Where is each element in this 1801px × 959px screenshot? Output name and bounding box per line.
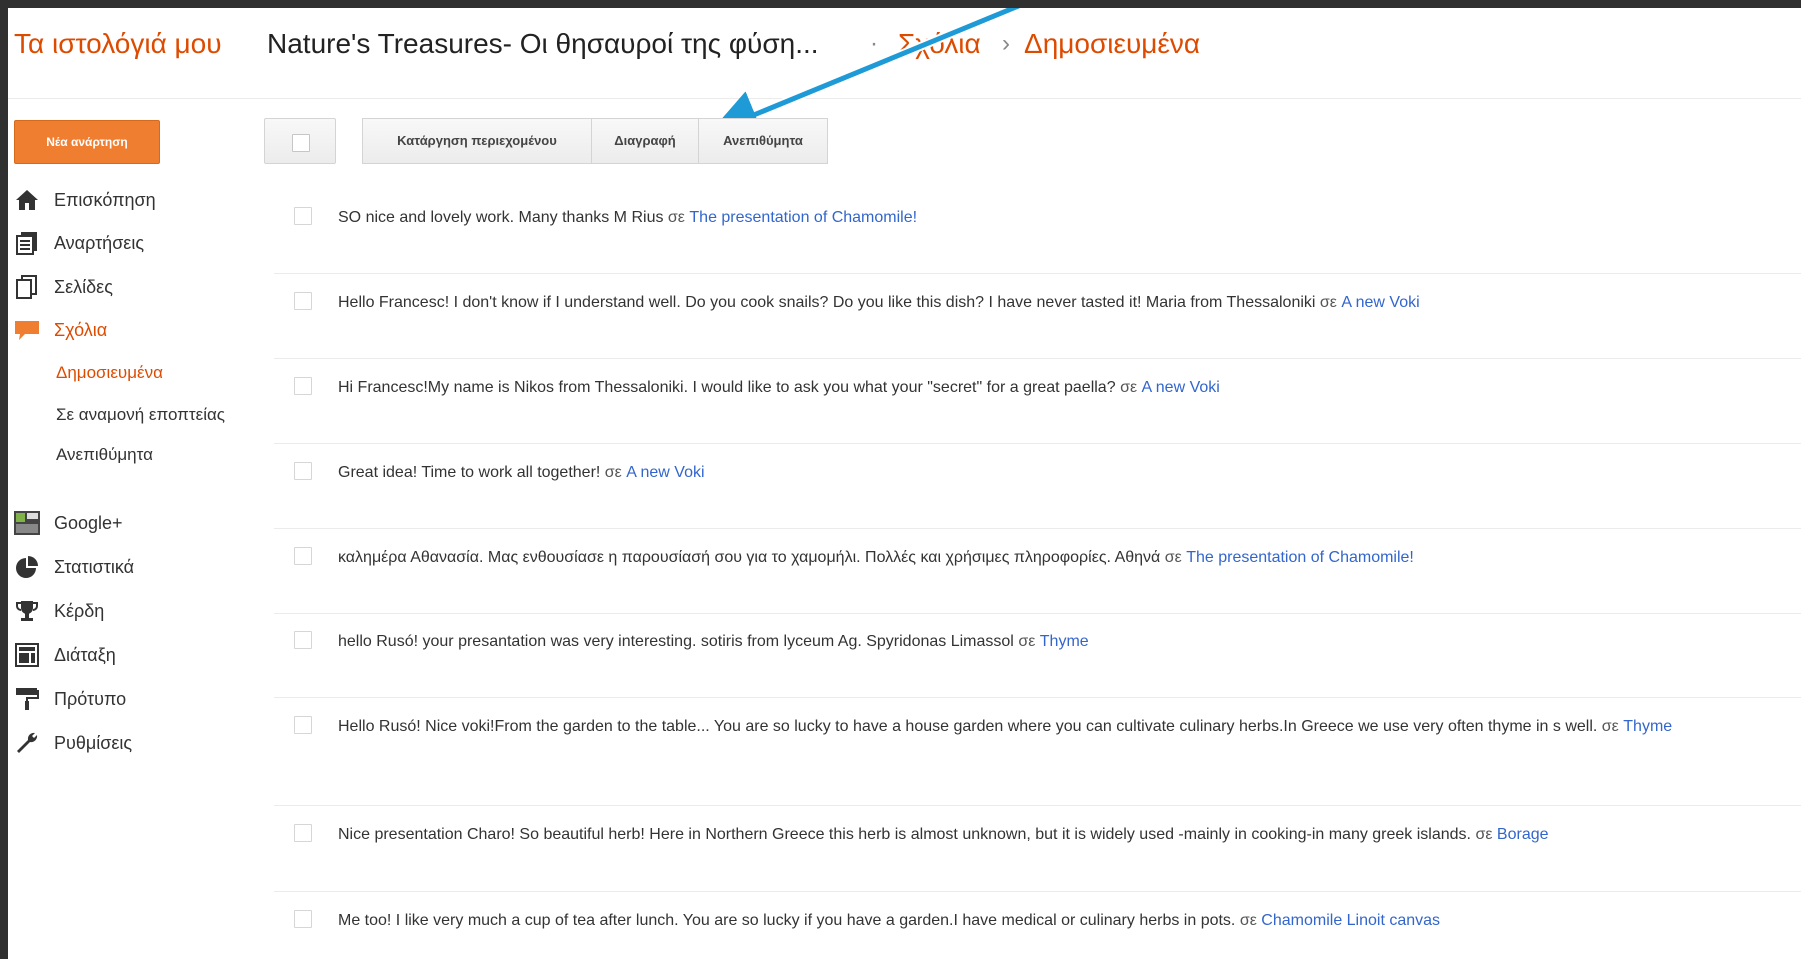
comment-text: hello Rusó! your presantation was very i… xyxy=(338,633,1089,650)
trophy-icon xyxy=(14,600,40,622)
comment-text: SO nice and lovely work. Many thanks M R… xyxy=(338,209,918,226)
sidebar-item-overview[interactable]: Επισκόπηση xyxy=(14,185,156,215)
sidebar-item-label: Διάταξη xyxy=(54,644,116,665)
post-link[interactable]: Borage xyxy=(1497,826,1549,843)
comment-text: Nice presentation Charo! So beautiful he… xyxy=(338,826,1549,843)
comment-row: Nice presentation Charo! So beautiful he… xyxy=(274,823,1801,892)
comment-checkbox[interactable] xyxy=(294,716,312,734)
post-link[interactable]: Thyme xyxy=(1040,633,1089,650)
layout-icon xyxy=(14,643,40,667)
post-link[interactable]: A new Voki xyxy=(626,464,704,481)
comment-text: Hello Francesc! I don't know if I unders… xyxy=(338,294,1420,311)
sidebar-item-template[interactable]: Πρότυπο xyxy=(14,684,126,714)
delete-button[interactable]: Διαγραφή xyxy=(591,118,699,164)
sidebar-item-label: Σελίδες xyxy=(54,276,113,297)
sidebar-item-settings[interactable]: Ρυθμίσεις xyxy=(14,728,132,758)
sidebar-subitem-spam[interactable]: Ανεπιθύμητα xyxy=(56,445,153,465)
comment-checkbox[interactable] xyxy=(294,377,312,395)
comment-checkbox[interactable] xyxy=(294,824,312,842)
sidebar-item-label: Στατιστικά xyxy=(54,556,135,577)
sidebar-item-label: Σχόλια xyxy=(54,319,108,340)
sidebar-item-earnings[interactable]: Κέρδη xyxy=(14,596,104,626)
comment-row: Hello Rusó! Nice voki!From the garden to… xyxy=(274,715,1801,806)
comment-text: Hello Rusó! Nice voki!From the garden to… xyxy=(338,718,1673,735)
comment-row: Hello Francesc! I don't know if I unders… xyxy=(274,291,1801,359)
comment-row: hello Rusó! your presantation was very i… xyxy=(274,630,1801,698)
comment-row: καλημέρα Αθανασία. Μας ενθουσίασε η παρο… xyxy=(274,546,1801,614)
app-window: Τα ιστολόγιά μου Nature's Treasures- Οι … xyxy=(8,8,1801,959)
comment-row: SO nice and lovely work. Many thanks M R… xyxy=(274,206,1801,274)
comment-row: Me too! I like very much a cup of tea af… xyxy=(274,909,1801,957)
spam-button[interactable]: Ανεπιθύμητα xyxy=(698,118,828,164)
google-plus-icon xyxy=(14,511,40,535)
sidebar-item-label: Κέρδη xyxy=(54,600,105,621)
posts-icon xyxy=(14,232,40,255)
sidebar-item-label: Αναρτήσεις xyxy=(54,232,144,253)
sidebar-item-pages[interactable]: Σελίδες xyxy=(14,272,113,302)
comment-row: Hi Francesc!My name is Nikos from Thessa… xyxy=(274,376,1801,444)
comment-checkbox[interactable] xyxy=(294,292,312,310)
comment-checkbox[interactable] xyxy=(294,462,312,480)
comment-checkbox[interactable] xyxy=(294,631,312,649)
paint-roller-icon xyxy=(14,688,40,710)
comment-checkbox[interactable] xyxy=(294,910,312,928)
comment-checkbox[interactable] xyxy=(294,207,312,225)
post-link[interactable]: The presentation of Chamomile! xyxy=(1186,549,1414,566)
comment-row: Great idea! Time to work all together! σ… xyxy=(274,461,1801,529)
post-link[interactable]: Chamomile Linoit canvas xyxy=(1261,912,1440,929)
sidebar-item-label: Ρυθμίσεις xyxy=(54,732,133,753)
sidebar-item-comments[interactable]: Σχόλια xyxy=(14,315,107,345)
sidebar-item-google-plus[interactable]: Google+ xyxy=(14,508,123,538)
select-all-checkbox[interactable] xyxy=(292,134,310,152)
comment-text: καλημέρα Αθανασία. Μας ενθουσίασε η παρο… xyxy=(338,549,1414,566)
post-link[interactable]: Thyme xyxy=(1623,718,1672,735)
post-link[interactable]: The presentation of Chamomile! xyxy=(689,209,917,226)
sidebar-item-label: Πρότυπο xyxy=(54,688,127,709)
comment-text: Great idea! Time to work all together! σ… xyxy=(338,464,705,481)
my-blogs-link[interactable]: Τα ιστολόγιά μου xyxy=(14,28,222,60)
comment-text: Hi Francesc!My name is Nikos from Thessa… xyxy=(338,379,1220,396)
post-link[interactable]: A new Voki xyxy=(1341,294,1419,311)
sidebar-item-layout[interactable]: Διάταξη xyxy=(14,640,116,670)
sidebar-item-label: Επισκόπηση xyxy=(54,189,156,210)
breadcrumb-published: Δημοσιευμένα xyxy=(1024,28,1201,59)
new-post-button[interactable]: Νέα ανάρτηση xyxy=(14,120,160,164)
sidebar-item-label: Google+ xyxy=(54,512,123,533)
wrench-icon xyxy=(14,732,40,754)
pages-icon xyxy=(14,275,40,299)
sidebar-subitem-published[interactable]: Δημοσιευμένα xyxy=(56,363,163,383)
comments-icon xyxy=(14,319,40,341)
sidebar-subitem-awaiting-moderation[interactable]: Σε αναμονή εποπτείας xyxy=(56,405,225,425)
stats-icon xyxy=(14,556,40,578)
sidebar-item-stats[interactable]: Στατιστικά xyxy=(14,552,134,582)
select-all-button[interactable] xyxy=(264,118,336,164)
comment-checkbox[interactable] xyxy=(294,547,312,565)
comment-text: Me too! I like very much a cup of tea af… xyxy=(338,912,1441,929)
remove-content-button[interactable]: Κατάργηση περιεχομένου xyxy=(362,118,592,164)
post-link[interactable]: A new Voki xyxy=(1142,379,1220,396)
sidebar-item-posts[interactable]: Αναρτήσεις xyxy=(14,228,144,258)
home-icon xyxy=(14,189,40,211)
